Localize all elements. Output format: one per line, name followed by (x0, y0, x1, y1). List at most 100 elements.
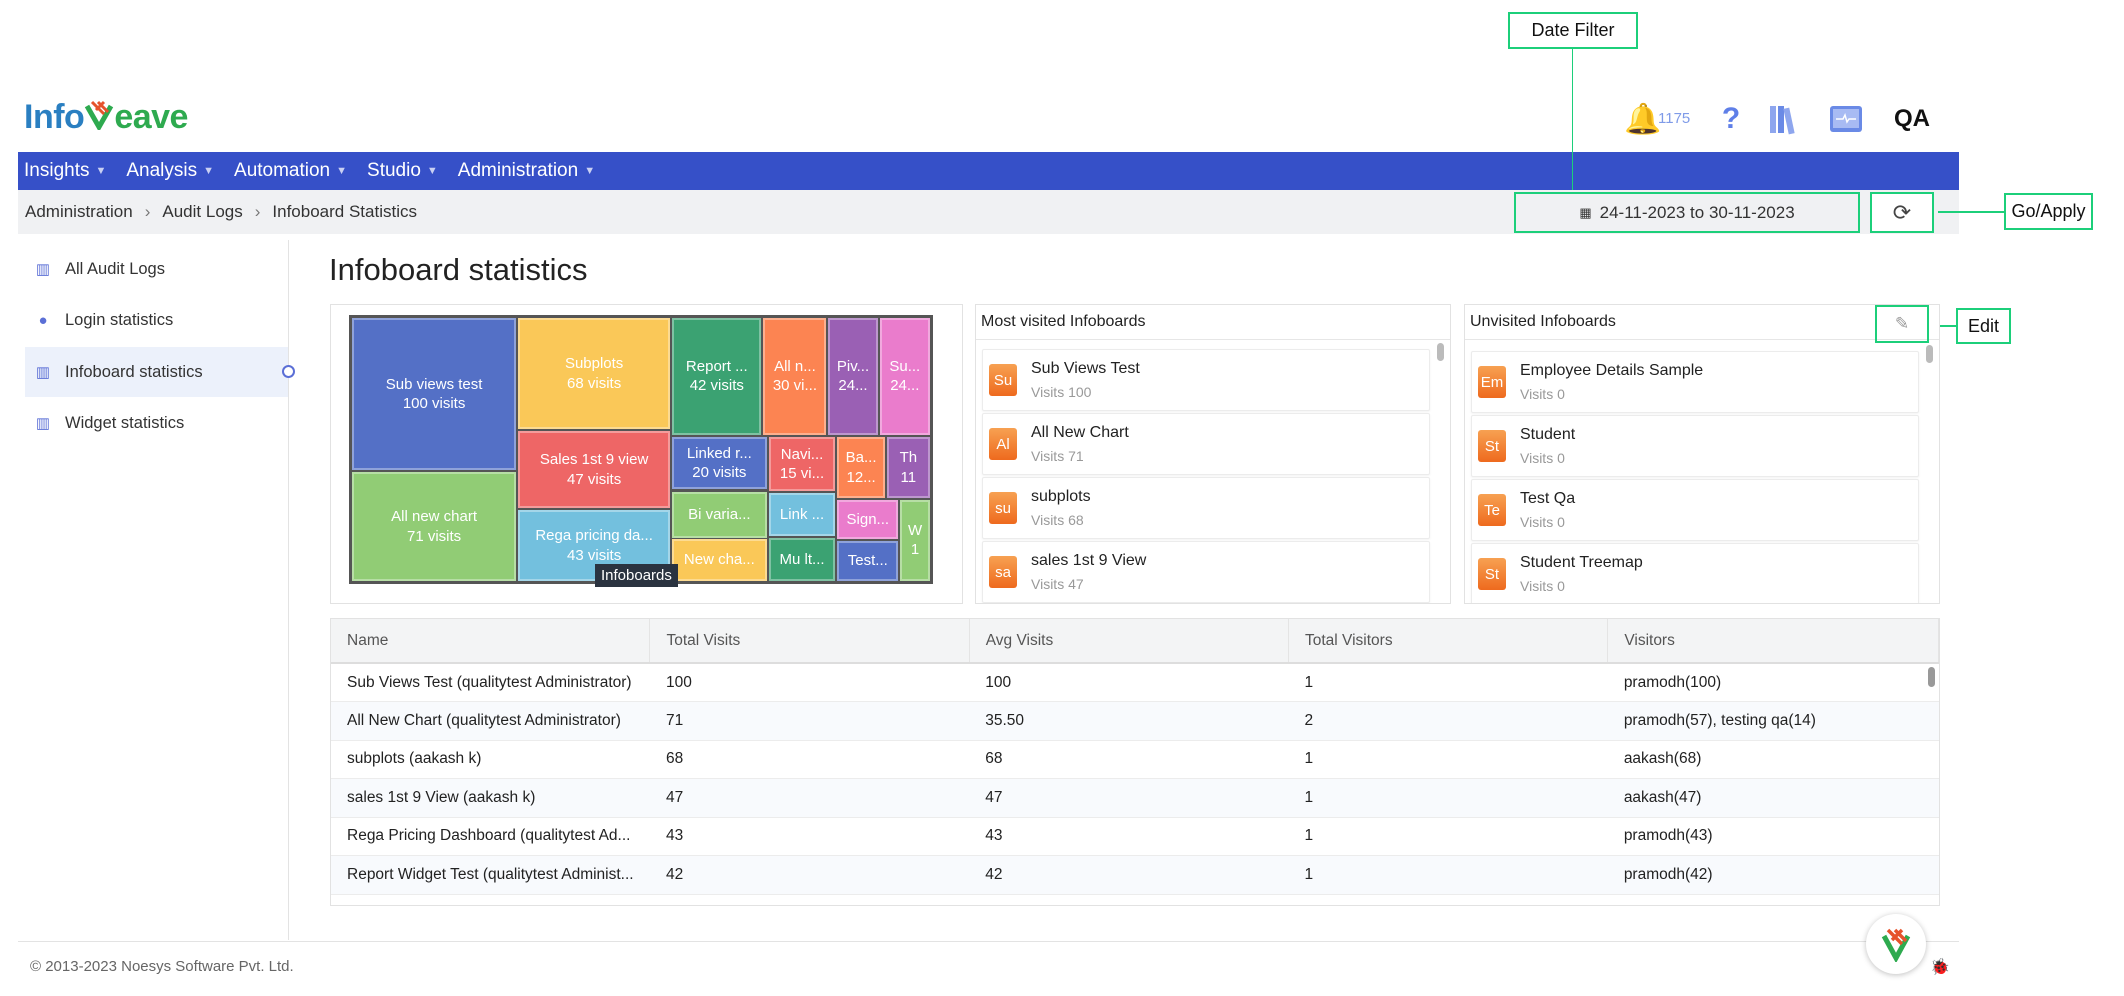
treemap-cell[interactable]: Su... 24... (879, 318, 930, 435)
assistant-launcher[interactable] (1866, 914, 1926, 974)
date-filter[interactable]: ▦ 24-11-2023 to 30-11-2023 (1514, 192, 1860, 233)
sidebar-item-widget-statistics[interactable]: ▥ Widget statistics (25, 398, 288, 448)
list-item[interactable]: St Student Treemap Visits 0 (1471, 543, 1919, 603)
treemap-cell-name: Th (899, 449, 918, 467)
qa-icon[interactable]: QA (1892, 102, 1932, 136)
list-item[interactable]: Te Test Qa Visits 0 (1471, 479, 1919, 541)
treemap-cell[interactable]: Test... (837, 541, 899, 581)
annotation-edit: Edit (1956, 308, 2011, 344)
table-cell: aakash(68) (1607, 740, 1939, 779)
table-row[interactable]: Sub Views Test (qualitytest Administrato… (331, 663, 1939, 702)
treemap-cell[interactable]: Th 11 (886, 437, 930, 499)
chevron-right-icon: › (254, 202, 261, 221)
column-header[interactable]: Total Visits (649, 619, 970, 664)
table-cell: pramodh(100) (1607, 663, 1939, 702)
table-row[interactable]: Report Widget Test (qualitytest Administ… (331, 855, 1939, 895)
treemap-cell-label: 42 visits (689, 377, 744, 395)
treemap-cell[interactable]: Mu lt... (768, 537, 836, 581)
column-header[interactable]: Name (331, 619, 651, 664)
nav-insights[interactable]: Insights ▼ (24, 160, 106, 182)
scrollbar[interactable] (1928, 667, 1935, 687)
column-header[interactable]: Total Visitors (1288, 619, 1609, 664)
treemap-cell[interactable]: W1 (900, 499, 930, 581)
treemap-cell[interactable]: Sales 1st 9 view 47 visits (518, 431, 671, 509)
list-item[interactable]: sa sales 1st 9 View Visits 47 (982, 541, 1430, 603)
footer-divider (18, 941, 1959, 942)
sidebar-collapse-handle[interactable] (282, 365, 295, 378)
table-row[interactable]: subplots (aakash k) 68 68 1 aakash(68) (331, 740, 1939, 779)
treemap-cell-label: 47 visits (567, 470, 622, 488)
breadcrumb-audit-logs[interactable]: Audit Logs (162, 202, 242, 222)
list-item[interactable]: Su Sub Views Test Visits 100 (982, 349, 1430, 411)
library-icon[interactable] (1766, 102, 1800, 136)
go-apply-button[interactable]: ⟳ (1870, 192, 1934, 233)
treemap-cell-label: 11 (900, 468, 917, 486)
unvisited-panel: Unvisited Infoboards ✎ Em Employee Detai… (1464, 304, 1940, 604)
item-name: sales 1st 9 View (1031, 552, 1147, 569)
nav-automation[interactable]: Automation ▼ (234, 160, 347, 182)
list-item[interactable]: su subplots Visits 68 (982, 477, 1430, 539)
table-cell: All New Chart (qualitytest Administrator… (331, 701, 650, 741)
treemap-cell-label: 43 visits (567, 546, 622, 564)
treemap-cell-name: Test... (847, 552, 888, 570)
treemap-cell[interactable]: Link ... (768, 492, 836, 537)
treemap-cell-name: Sales 1st 9 view (539, 451, 649, 469)
table-cell: pramodh(42) (1607, 855, 1939, 895)
table-row[interactable]: sales 1st 9 View (aakash k) 47 47 1 aakash(4… (331, 778, 1939, 818)
treemap-cell[interactable]: Linked r... 20 visits (672, 437, 767, 490)
table-row[interactable]: All New Chart (qualitytest Administrator… (331, 701, 1939, 741)
treemap-cell-name: Navi... (780, 445, 824, 463)
table-cell: 47 (649, 778, 970, 818)
breadcrumb-administration[interactable]: Administration (25, 202, 133, 222)
avatar: Al (989, 428, 1017, 460)
treemap-cell-label: 68 visits (567, 374, 622, 392)
table-cell: Report Widget Test (qualitytest Administ… (331, 855, 650, 895)
treemap-cell[interactable]: Ba... 12... (837, 437, 885, 499)
treemap-cell-name: Su... (889, 357, 921, 375)
nav-studio[interactable]: Studio ▼ (367, 160, 438, 182)
treemap-cell-name: Sub views test (385, 375, 483, 393)
column-header[interactable]: Avg Visits (969, 619, 1290, 664)
help-icon[interactable]: ? (1716, 102, 1746, 136)
list-item[interactable]: Em Employee Details Sample Visits 0 (1471, 351, 1919, 413)
treemap-cell[interactable]: Navi... 15 vi... (768, 437, 836, 492)
bell-icon[interactable]: 🔔 (1624, 102, 1661, 136)
infoweave-logo[interactable]: Info eave (24, 98, 188, 137)
page-title: Infoboard statistics (329, 252, 588, 287)
sidebar-item-infoboard-statistics[interactable]: ▥ Infoboard statistics (25, 347, 288, 397)
treemap-cell[interactable]: Report ... 42 visits (672, 318, 762, 435)
treemap-cell[interactable]: Sub views test 100 visits (352, 318, 517, 471)
scrollbar[interactable] (1437, 343, 1444, 361)
nav-administration[interactable]: Administration ▼ (458, 160, 595, 182)
treemap-cell-name: Rega pricing da... (535, 527, 653, 545)
treemap-cell[interactable]: Bi varia... (672, 491, 767, 538)
table-cell: sales 1st 9 View (aakash k) (331, 778, 650, 818)
chevron-down-icon: ▼ (426, 165, 438, 177)
treemap-cell[interactable]: All new chart 71 visits (352, 472, 517, 581)
bar-chart-icon: ▥ (35, 261, 51, 278)
bug-icon[interactable]: 🐞 (1930, 957, 1950, 977)
treemap-cell[interactable]: All n... 30 vi... (763, 318, 827, 435)
table-row[interactable]: Rega Pricing Dashboard (qualitytest Ad..… (331, 817, 1939, 856)
scrollbar[interactable] (1926, 345, 1933, 363)
treemap-cell-label: 15 vi... (779, 465, 825, 483)
logo-weave-mark-icon (84, 100, 114, 133)
nav-analysis[interactable]: Analysis ▼ (126, 160, 214, 182)
sidebar-item-all-audit-logs[interactable]: ▥ All Audit Logs (25, 244, 288, 294)
treemap-cell[interactable]: Subplots 68 visits (518, 318, 671, 430)
edit-button[interactable]: ✎ (1875, 305, 1929, 343)
list-item[interactable]: Al All New Chart Visits 71 (982, 413, 1430, 475)
sidebar: ▥ All Audit Logs ● Login statistics ▥ Infob… (18, 240, 295, 940)
monitor-icon[interactable] (1828, 102, 1864, 136)
table-cell: Sub Views Test (qualitytest Administrato… (331, 663, 650, 702)
list-item[interactable]: St Student Visits 0 (1471, 415, 1919, 477)
sidebar-item-login-statistics[interactable]: ● Login statistics (25, 295, 288, 345)
treemap-cell[interactable]: Piv... 24... (828, 318, 878, 435)
most-visited-title: Most visited Infoboards (976, 305, 1450, 340)
item-name: Test Qa (1520, 490, 1576, 507)
table-cell: 1 (1288, 817, 1608, 856)
column-header[interactable]: Visitors (1607, 619, 1939, 664)
treemap-cell[interactable]: Sign... (837, 499, 899, 540)
treemap-cell[interactable]: New cha... (672, 539, 767, 581)
table-cell: subplots (aakash k) (331, 740, 650, 779)
